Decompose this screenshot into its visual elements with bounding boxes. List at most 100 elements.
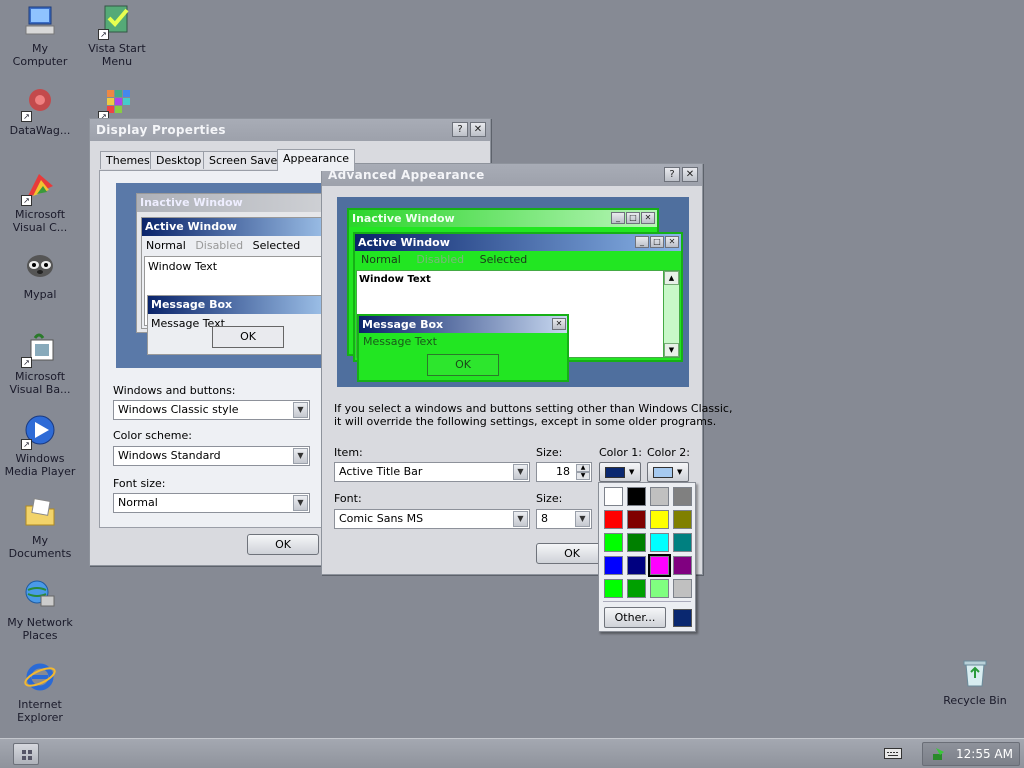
color-swatch[interactable] — [650, 533, 669, 552]
font-select[interactable]: Comic Sans MS ▼ — [334, 509, 530, 529]
keyboard-icon[interactable] — [884, 748, 902, 759]
preview-ok-button: OK — [427, 354, 499, 376]
desktop-icon-internet-explorer[interactable]: Internet Explorer — [2, 660, 78, 724]
spin-down-icon[interactable]: ▼ — [576, 472, 590, 480]
tab-appearance[interactable]: Appearance — [277, 149, 356, 171]
chevron-down-icon[interactable]: ▼ — [513, 464, 528, 480]
item-value: Active Title Bar — [339, 465, 423, 478]
tab-desktop[interactable]: Desktop — [150, 151, 208, 169]
desktop-icon-label: Internet Explorer — [17, 698, 63, 724]
desktop-icon-label: Vista Start Menu — [88, 42, 146, 68]
color-swatch[interactable] — [673, 533, 692, 552]
preview-inactive-title: Inactive Window — [137, 194, 326, 212]
preview-menu-selected: Selected — [252, 239, 301, 252]
chevron-down-icon[interactable]: ▼ — [513, 511, 528, 527]
color2-button[interactable]: ▼ — [647, 462, 689, 482]
color-swatch[interactable] — [673, 579, 692, 598]
desktop-icon-recycle-bin[interactable]: Recycle Bin — [937, 656, 1013, 707]
color-swatch[interactable] — [627, 556, 646, 575]
color-swatch[interactable] — [673, 510, 692, 529]
spin-up-icon[interactable]: ▲ — [576, 464, 590, 472]
tab-themes[interactable]: Themes — [100, 151, 156, 169]
help-button[interactable]: ? — [664, 167, 680, 182]
chevron-down-icon[interactable]: ▼ — [293, 495, 308, 511]
clock[interactable]: 12:55 AM — [956, 747, 1013, 761]
color-swatch[interactable] — [604, 487, 623, 506]
maximize-icon: □ — [650, 236, 664, 248]
desktop-icon-ms-visual-c[interactable]: ↗ Microsoft Visual C... — [2, 170, 78, 234]
item-select[interactable]: Active Title Bar ▼ — [334, 462, 530, 482]
color-swatch[interactable] — [627, 510, 646, 529]
windows-buttons-value: Windows Classic style — [118, 403, 239, 416]
chevron-down-icon[interactable]: ▼ — [575, 511, 590, 527]
color-swatch[interactable] — [604, 556, 623, 575]
picker-divider — [603, 601, 691, 602]
desktop-icon-label: Recycle Bin — [943, 694, 1007, 707]
help-button[interactable]: ? — [452, 122, 468, 137]
desktop-icon-label: Windows Media Player — [4, 452, 76, 478]
desktop-icon-my-network-places[interactable]: My Network Places — [2, 578, 78, 642]
desktop-icon-my-documents[interactable]: My Documents — [2, 496, 78, 560]
info-text-line2: it will override the following settings,… — [334, 415, 717, 428]
taskbar: 12:55 AM — [0, 738, 1024, 768]
advanced-preview: Inactive Window _ □ ✕ Active Window _ □ … — [337, 197, 689, 387]
color-swatch[interactable] — [650, 510, 669, 529]
windows-buttons-select[interactable]: Windows Classic style ▼ — [113, 400, 310, 420]
other-color-button[interactable]: Other... — [604, 607, 666, 628]
scroll-up-icon: ▲ — [664, 271, 679, 285]
desktop-icon-label: My Documents — [8, 534, 72, 560]
advanced-appearance-titlebar[interactable]: Advanced Appearance — [322, 164, 702, 186]
media-player-icon: ↗ — [21, 414, 57, 450]
desktop-icon-datawag[interactable]: ↗ DataWag... — [2, 86, 78, 137]
color-swatch[interactable] — [627, 533, 646, 552]
color-scheme-select[interactable]: Windows Standard ▼ — [113, 446, 310, 466]
tab-screen-saver[interactable]: Screen Saver — [203, 151, 288, 169]
maximize-icon: □ — [626, 212, 640, 224]
info-text-line1: If you select a windows and buttons sett… — [334, 402, 733, 415]
color-swatch[interactable] — [673, 487, 692, 506]
system-tray: 12:55 AM — [922, 742, 1020, 766]
custom-color-swatch[interactable] — [673, 609, 692, 627]
ok-button[interactable]: OK — [247, 534, 319, 555]
close-button[interactable]: ✕ — [682, 167, 698, 182]
start-button[interactable] — [13, 743, 39, 765]
chevron-down-icon[interactable]: ▼ — [293, 402, 308, 418]
color-swatch[interactable] — [650, 487, 669, 506]
desktop-icon-label: Microsoft Visual C... — [12, 208, 68, 234]
font-size-select[interactable]: Normal ▼ — [113, 493, 310, 513]
datawag-icon: ↗ — [21, 86, 57, 122]
network-status-icon[interactable] — [931, 746, 947, 762]
windows-grid-icon — [22, 750, 32, 760]
font-size-select[interactable]: 8 ▼ — [536, 509, 592, 529]
color1-button[interactable]: ▼ — [599, 462, 641, 482]
chevron-down-icon: ▼ — [629, 468, 635, 476]
color-picker-popup: Other... — [598, 482, 696, 632]
color-swatch[interactable] — [650, 579, 669, 598]
desktop-icon-my-computer[interactable]: My Computer — [2, 4, 78, 68]
color-swatch[interactable] — [673, 556, 692, 575]
font-size-label: Font size: — [113, 477, 166, 490]
colored-squares-icon: ↗ — [98, 86, 134, 122]
item-size-spinner[interactable]: 18 ▲ ▼ — [536, 462, 592, 482]
preview-active-title: Active Window — [142, 218, 326, 236]
color-swatch[interactable] — [648, 554, 671, 577]
desktop-icon-vista-start-menu[interactable]: ↗ Vista Start Menu — [79, 4, 155, 68]
preview-scrollbar: ▲ ▼ — [663, 271, 679, 357]
item-size-label: Size: — [536, 446, 563, 459]
color-swatch[interactable] — [604, 579, 623, 598]
desktop-icon-windows-media-player[interactable]: ↗ Windows Media Player — [2, 414, 78, 478]
desktop-icon-label: My Computer — [12, 42, 68, 68]
color-swatch[interactable] — [604, 533, 623, 552]
chevron-down-icon[interactable]: ▼ — [293, 448, 308, 464]
display-properties-titlebar[interactable]: Display Properties — [90, 119, 490, 141]
scroll-down-icon: ▼ — [664, 343, 679, 357]
desktop-icon-ms-visual-ba[interactable]: ↗ Microsoft Visual Ba... — [2, 332, 78, 396]
color-swatch[interactable] — [627, 579, 646, 598]
preview-message-box: Message Box Message Text OK — [147, 295, 326, 355]
recycle-bin-icon — [958, 656, 992, 690]
color-swatch[interactable] — [604, 510, 623, 529]
desktop-icon-mypal[interactable]: Mypal — [2, 250, 78, 301]
desktop-icon-label: Microsoft Visual Ba... — [9, 370, 71, 396]
close-button[interactable]: ✕ — [470, 122, 486, 137]
color-swatch[interactable] — [627, 487, 646, 506]
